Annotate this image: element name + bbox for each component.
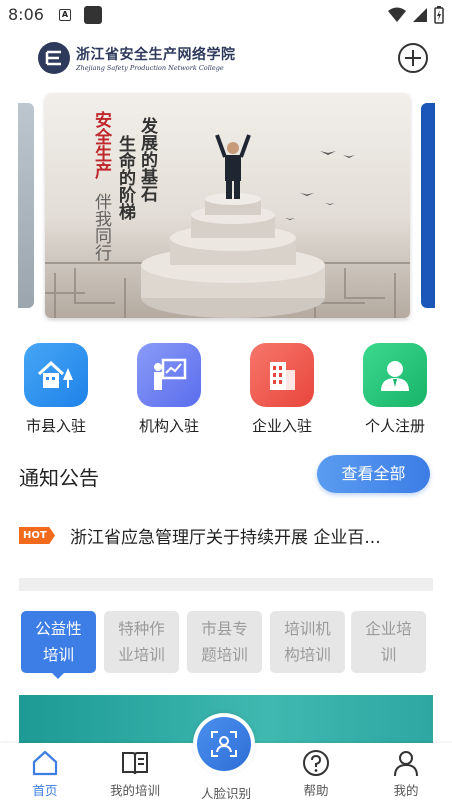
nav-home[interactable]: 首页 — [5, 748, 85, 799]
nav-help[interactable]: 帮助 — [276, 748, 356, 799]
home-icon — [5, 748, 85, 778]
wifi-icon — [388, 7, 406, 22]
house-icon — [24, 343, 88, 407]
status-bar: 8:06 A — [0, 0, 452, 30]
notification-square-icon — [84, 6, 102, 24]
tab-label-line2: 培训 — [42, 646, 74, 664]
banner-slide[interactable]: 安全生产 伴我同行 生命的阶梯 发展的基石 — [45, 93, 410, 318]
help-icon — [276, 748, 356, 778]
nav-face-label: 人脸识别 — [200, 786, 251, 801]
notice-section-title: 通知公告 — [19, 466, 99, 490]
nav-mine-label: 我的 — [393, 783, 419, 798]
tab-label-line1: 特种作 — [118, 620, 165, 638]
shortcut-label: 企业入驻 — [251, 417, 312, 435]
shortcut-label: 个人注册 — [364, 417, 425, 435]
shortcut-enterprise[interactable]: 企业入驻 — [237, 343, 327, 436]
tab-label-line1: 市县专 — [201, 620, 248, 638]
battery-icon — [434, 6, 444, 24]
tab-public-training[interactable]: 公益性 培训 — [21, 611, 96, 679]
app-subtitle: Zhejiang Safety Production Network Colle… — [76, 64, 224, 72]
shortcut-city-county[interactable]: 市县入驻 — [11, 343, 101, 436]
app-title: 浙江省安全生产网络学院 — [76, 47, 236, 63]
view-all-button[interactable]: 查看全部 — [317, 455, 430, 493]
presentation-icon — [137, 343, 201, 407]
logo-icon — [38, 42, 70, 74]
tab-label-line1: 公益性 — [35, 620, 82, 638]
tab-city-county-topic[interactable]: 市县专 题培训 — [187, 611, 262, 673]
tab-label-line2: 题培训 — [201, 646, 248, 664]
banner-prev-peek[interactable] — [18, 103, 34, 308]
notice-item[interactable]: HOT 浙江省应急管理厅关于持续开展 企业百... — [19, 520, 432, 550]
tab-enterprise-training[interactable]: 企业培 训 — [351, 611, 426, 673]
face-recognition-button[interactable] — [193, 713, 255, 775]
person-icon — [363, 343, 427, 407]
notice-item-title: 浙江省应急管理厅关于持续开展 企业百... — [70, 528, 381, 548]
face-scan-icon — [197, 717, 251, 771]
shortcut-personal-register[interactable]: 个人注册 — [350, 343, 440, 436]
shortcut-grid: 市县入驻 机构入驻 企业入驻 个人注册 — [0, 343, 452, 438]
section-divider — [19, 578, 433, 591]
tab-label-line1: 企业培 — [365, 620, 412, 638]
app-header: 浙江省安全生产网络学院 Zhejiang Safety Production N… — [0, 38, 452, 80]
user-icon — [366, 748, 446, 778]
tab-label-line1: 培训机 — [284, 620, 331, 638]
tab-special-operation[interactable]: 特种作 业培训 — [104, 611, 179, 673]
banner-next-peek[interactable] — [421, 103, 435, 308]
banner-slogan-ladder: 生命的阶梯 — [115, 135, 135, 220]
nav-my-training-label: 我的培训 — [109, 783, 160, 798]
hot-badge: HOT — [19, 527, 55, 544]
training-category-tabs: 公益性 培训 特种作 业培训 市县专 题培训 培训机 构培训 企业培 训 — [21, 611, 431, 679]
tab-institution-training[interactable]: 培训机 构培训 — [270, 611, 345, 673]
shortcut-label: 市县入驻 — [25, 417, 86, 435]
tab-label-line2: 构培训 — [284, 646, 331, 664]
nav-mine[interactable]: 我的 — [366, 748, 446, 799]
tab-label-line2: 业培训 — [118, 646, 165, 664]
nav-my-training[interactable]: 我的培训 — [95, 748, 175, 799]
status-time: 8:06 — [8, 5, 44, 24]
nav-help-label: 帮助 — [303, 783, 329, 798]
signal-icon — [413, 8, 427, 22]
shortcut-institution[interactable]: 机构入驻 — [124, 343, 214, 436]
banner-slogan-together: 伴我同行 — [91, 193, 111, 261]
banner-slogan-foundation: 发展的基石 — [137, 117, 157, 202]
nav-home-label: 首页 — [32, 783, 58, 798]
banner-slogan-safety: 安全生产 — [91, 111, 111, 179]
status-indicators — [388, 6, 444, 24]
building-icon — [250, 343, 314, 407]
book-icon — [95, 748, 175, 778]
shortcut-label: 机构入驻 — [138, 417, 199, 435]
add-button[interactable] — [397, 42, 429, 74]
tab-label-line2: 训 — [380, 646, 397, 664]
notification-a-icon: A — [59, 9, 71, 21]
